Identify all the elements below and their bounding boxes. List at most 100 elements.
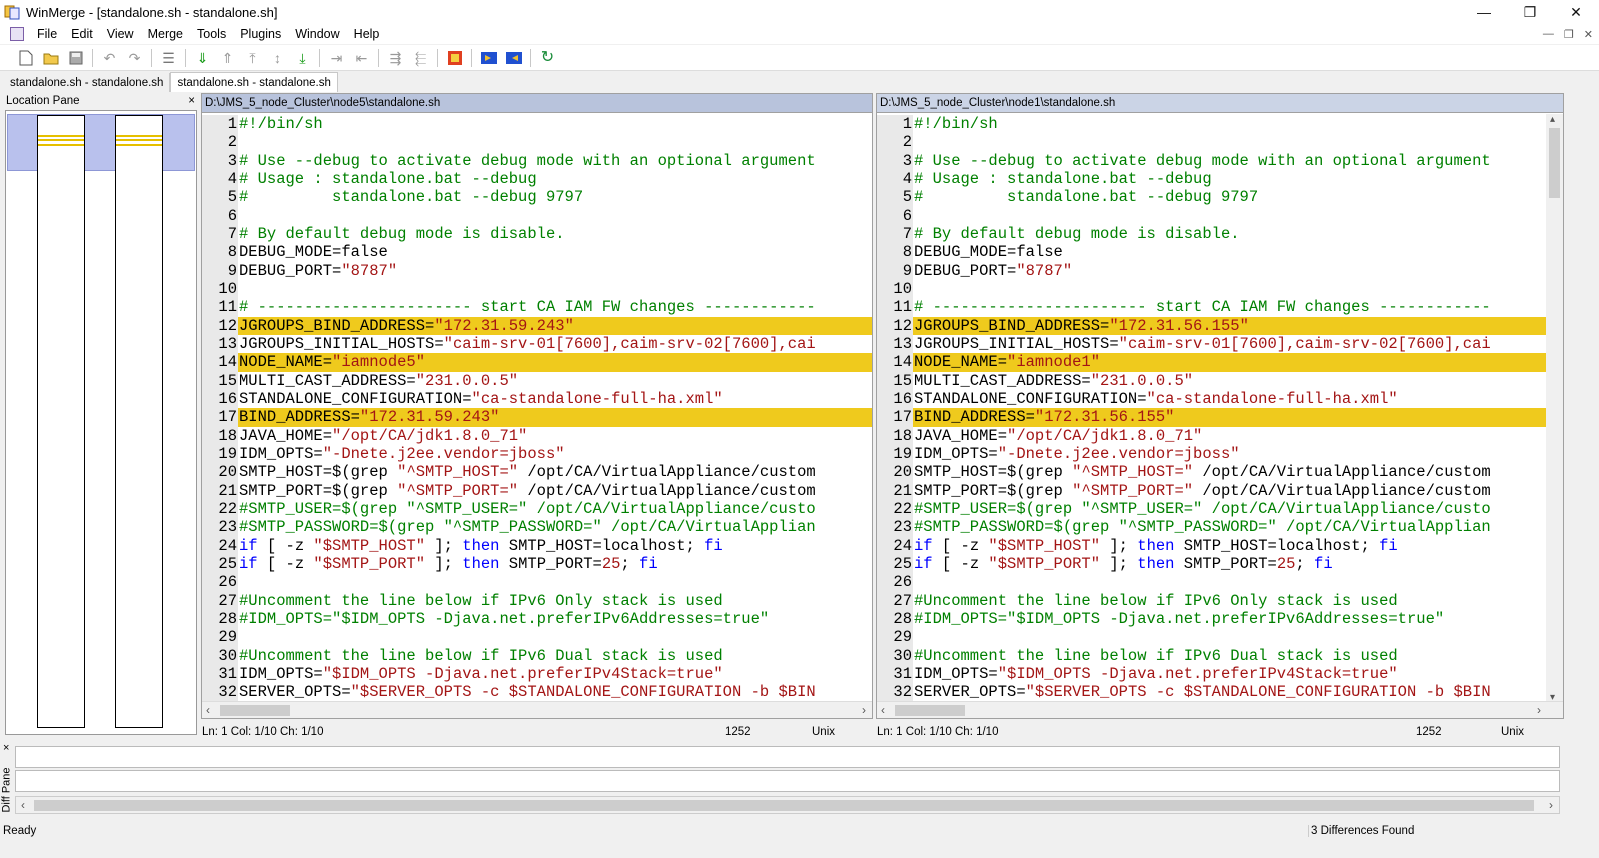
scroll-right-icon[interactable]: › [1549,798,1553,812]
next-diff-icon[interactable]: ⇓ [191,47,214,69]
left-code-line[interactable]: 1 #!/bin/sh [202,115,872,134]
right-code-line[interactable]: 4 # Usage : standalone.bat --debug [877,169,1546,189]
first-diff-icon[interactable]: ⤒ [241,47,264,69]
left-code-line[interactable]: 10 [202,279,872,299]
right-code-line[interactable]: 2 [877,133,1546,152]
left-code-line[interactable]: 2 [202,133,872,152]
left-code-line[interactable]: 25 if [ -z "$SMTP_PORT" ]; then SMTP_PORT… [202,554,872,574]
diff-pane-scrollbar[interactable]: ‹ › [15,796,1560,814]
diff-pane-left-line[interactable] [15,746,1560,768]
scroll-right-icon[interactable]: › [862,703,866,717]
right-to-left-icon[interactable] [502,47,525,69]
right-code-line[interactable]: 7 # By default debug mode is disable. [877,224,1546,244]
tab-document-1[interactable]: standalone.sh - standalone.sh [4,73,171,92]
left-code-line[interactable]: 11 # ----------------------- start CA IAM… [202,298,872,317]
right-code-line[interactable]: 6 [877,206,1546,225]
left-code-line[interactable]: 13 JGROUPS_INITIAL_HOSTS="caim-srv-01[760… [202,334,872,354]
left-code-line[interactable]: 22 #SMTP_USER=$(grep "^SMTP_USER=" /opt/C… [202,499,872,519]
right-code-line[interactable]: 9 DEBUG_PORT="8787" [877,261,1546,280]
left-code-line[interactable]: 29 [202,628,872,647]
left-code-line[interactable]: 7 # By default debug mode is disable. [202,224,872,244]
current-diff-icon[interactable]: ↕ [266,47,289,69]
scroll-up-icon[interactable]: ▴ [1550,114,1555,125]
right-code-line[interactable]: 3 # Use --debug to activate debug mode wi… [877,151,1546,170]
right-code-line[interactable]: 21 SMTP_PORT=$(grep "^SMTP_PORT=" /opt/CA… [877,481,1546,500]
menu-edit[interactable]: Edit [64,27,100,41]
right-code-line[interactable]: 23 #SMTP_PASSWORD=$(grep "^SMTP_PASSWORD=… [877,518,1546,537]
left-code-view[interactable]: 1 #!/bin/sh 2 3 # Use --debug to activate de… [202,115,872,701]
right-code-line[interactable]: 11 # ----------------------- start CA IAM… [877,298,1546,317]
left-code-line[interactable]: 6 [202,206,872,225]
undo-icon[interactable]: ↶ [98,47,121,69]
right-code-line[interactable]: 12 JGROUPS_BIND_ADDRESS="172.31.56.155" [877,316,1546,335]
restore-icon[interactable]: ❐ [1507,0,1553,24]
menu-plugins[interactable]: Plugins [233,27,288,41]
close-icon[interactable]: ✕ [1553,0,1599,24]
right-file-pane[interactable]: D:\JMS_5_node_Cluster\node1\standalone.s… [876,93,1564,719]
refresh-icon[interactable]: ↻ [536,47,559,69]
right-code-line[interactable]: 10 [877,279,1546,299]
right-code-line[interactable]: 20 SMTP_HOST=$(grep "^SMTP_HOST=" /opt/CA… [877,463,1546,482]
left-code-line[interactable]: 20 SMTP_HOST=$(grep "^SMTP_HOST=" /opt/CA… [202,463,872,482]
diff-pane-right-line[interactable] [15,770,1560,792]
right-code-line[interactable]: 22 #SMTP_USER=$(grep "^SMTP_USER=" /opt/C… [877,499,1546,519]
copy-right-icon[interactable]: ⇥ [325,47,348,69]
menu-view[interactable]: View [100,27,141,41]
left-code-line[interactable]: 5 # standalone.bat --debug 9797 [202,188,872,207]
scroll-left-icon[interactable]: ‹ [21,798,25,812]
left-code-line[interactable]: 17 BIND_ADDRESS="172.31.59.243" [202,408,872,427]
right-code-line[interactable]: 5 # standalone.bat --debug 9797 [877,188,1546,207]
right-vertical-scrollbar[interactable]: ▴ ▾ [1546,114,1563,703]
menu-window[interactable]: Window [288,27,346,41]
right-code-line[interactable]: 25 if [ -z "$SMTP_PORT" ]; then SMTP_PORT… [877,554,1546,574]
left-code-line[interactable]: 23 #SMTP_PASSWORD=$(grep "^SMTP_PASSWORD=… [202,518,872,537]
left-code-line[interactable]: 27 #Uncomment the line below if IPv6 Only… [202,591,872,610]
location-pane-close-icon[interactable]: × [188,95,195,107]
left-code-line[interactable]: 15 MULTI_CAST_ADDRESS="231.0.0.5" [202,371,872,390]
scroll-right-icon[interactable]: › [1537,703,1541,717]
left-code-line[interactable]: 4 # Usage : standalone.bat --debug [202,169,872,189]
compare-icon[interactable] [443,47,466,69]
mdi-minimize-icon[interactable]: — [1543,28,1554,40]
menu-help[interactable]: Help [347,27,387,41]
left-code-line[interactable]: 30 #Uncomment the line below if IPv6 Dual… [202,646,872,665]
left-code-line[interactable]: 8 DEBUG_MODE=false [202,243,872,262]
right-horizontal-scrollbar[interactable]: ‹ › [877,701,1563,718]
right-code-line[interactable]: 28 #IDM_OPTS="$IDM_OPTS -Djava.net.prefer… [877,609,1546,629]
left-code-line[interactable]: 3 # Use --debug to activate debug mode wi… [202,151,872,170]
right-code-view[interactable]: 1 #!/bin/sh 2 3 # Use --debug to activate de… [877,115,1546,701]
left-code-line[interactable]: 9 DEBUG_PORT="8787" [202,261,872,280]
right-code-line[interactable]: 32 SERVER_OPTS="$SERVER_OPTS -c $STANDALO… [877,683,1546,701]
prev-diff-icon[interactable]: ⇑ [216,47,239,69]
left-code-line[interactable]: 28 #IDM_OPTS="$IDM_OPTS -Djava.net.prefer… [202,609,872,629]
new-icon[interactable] [14,47,37,69]
left-code-line[interactable]: 31 IDM_OPTS="$IDM_OPTS -Djava.net.preferI… [202,664,872,684]
options-icon[interactable]: ☰ [157,47,180,69]
left-code-line[interactable]: 12 JGROUPS_BIND_ADDRESS="172.31.59.243" [202,316,872,335]
scroll-left-icon[interactable]: ‹ [881,703,885,717]
left-code-line[interactable]: 21 SMTP_PORT=$(grep "^SMTP_PORT=" /opt/CA… [202,481,872,500]
left-horizontal-scrollbar[interactable]: ‹ › [202,701,872,718]
mdi-close-icon[interactable]: ✕ [1584,28,1593,41]
right-code-line[interactable]: 27 #Uncomment the line below if IPv6 Only… [877,591,1546,610]
save-icon[interactable] [64,47,87,69]
left-code-line[interactable]: 16 STANDALONE_CONFIGURATION="ca-standalon… [202,389,872,409]
left-file-pane[interactable]: D:\JMS_5_node_Cluster\node5\standalone.s… [201,93,873,719]
menu-tools[interactable]: Tools [190,27,233,41]
right-code-line[interactable]: 26 [877,573,1546,592]
right-code-line[interactable]: 17 BIND_ADDRESS="172.31.56.155" [877,408,1546,427]
tab-document-2[interactable]: standalone.sh - standalone.sh [170,72,338,92]
copy-left-advance-icon[interactable]: ⬱ [409,47,432,69]
minimize-icon[interactable]: — [1461,0,1507,24]
open-icon[interactable] [39,47,62,69]
right-code-line[interactable]: 31 IDM_OPTS="$IDM_OPTS -Djava.net.preferI… [877,664,1546,684]
right-code-line[interactable]: 30 #Uncomment the line below if IPv6 Dual… [877,646,1546,665]
right-code-line[interactable]: 13 JGROUPS_INITIAL_HOSTS="caim-srv-01[760… [877,334,1546,354]
right-code-line[interactable]: 14 NODE_NAME="iamnode1" [877,353,1546,372]
left-code-line[interactable]: 14 NODE_NAME="iamnode5" [202,353,872,372]
location-viewport[interactable] [7,114,195,171]
left-code-line[interactable]: 26 [202,573,872,592]
right-code-line[interactable]: 8 DEBUG_MODE=false [877,243,1546,262]
right-code-line[interactable]: 24 if [ -z "$SMTP_HOST" ]; then SMTP_HOST… [877,536,1546,555]
mdi-restore-icon[interactable]: ❐ [1564,28,1574,41]
